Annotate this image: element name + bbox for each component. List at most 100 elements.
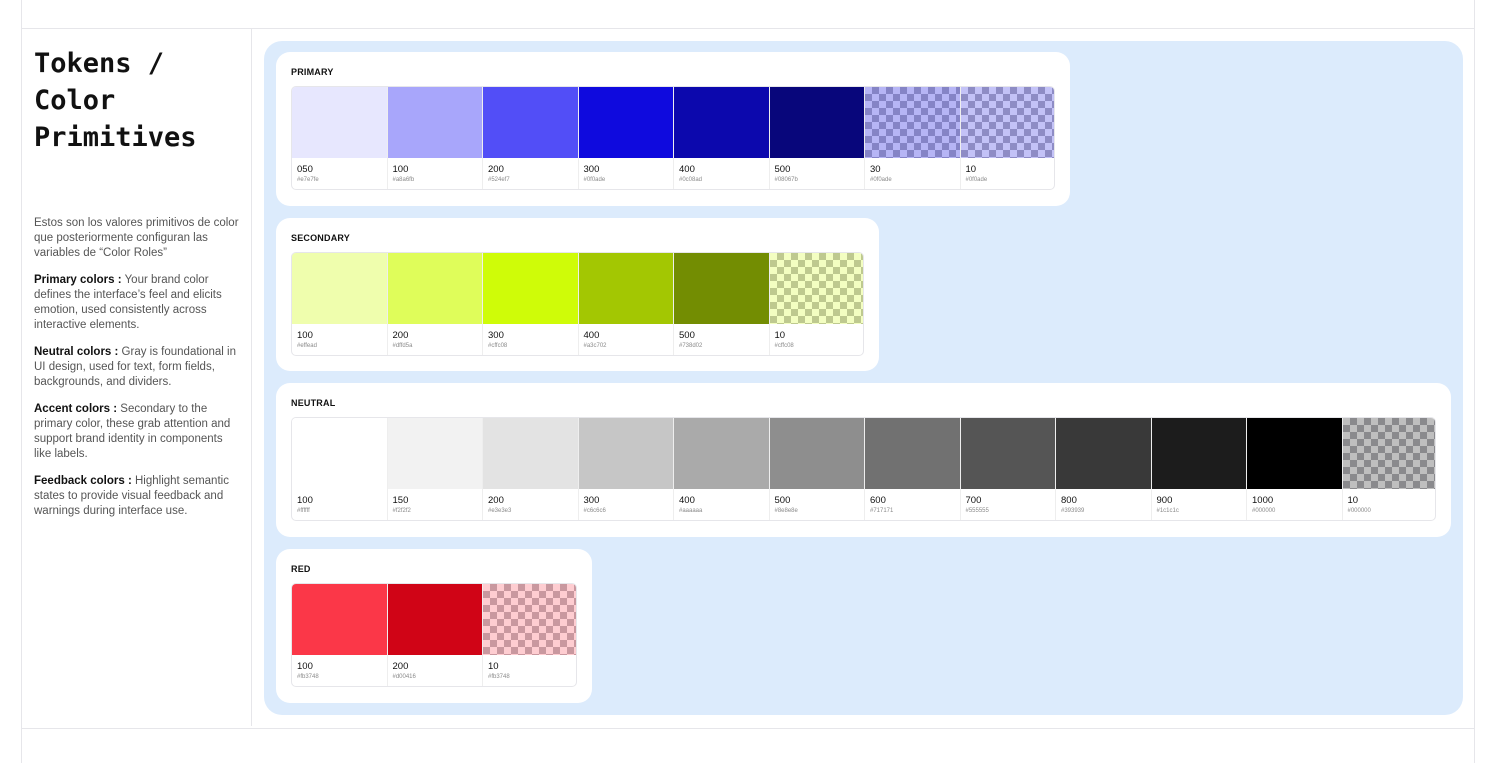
neutral-swatch-700: 700 #555555 [960,418,1056,520]
swatch-step-label: 800 [1061,495,1077,506]
swatch-step-label: 400 [583,330,600,341]
swatch-step-label: 300 [583,164,600,175]
color-chip [769,87,864,158]
swatch-meta: 1000 #000000 [1247,489,1342,520]
swatch-meta: 30 #0f0ade [865,158,960,189]
swatch-hex-label: #393939 [1061,508,1085,514]
swatch-hex-label: #e7e7fe [297,177,319,183]
swatch-hex-label: #1c1c1c [1156,508,1179,514]
color-chip [674,418,769,489]
color-chip [483,418,578,489]
red-swatch-row: 100 #fb3748 200 #d00416 10 #fb3748 [291,583,577,687]
color-chip [769,253,863,324]
swatch-hex-label: #dffd5a [392,343,413,349]
color-chip [387,253,482,324]
color-chip [387,87,482,158]
swatch-step-label: 100 [392,164,409,175]
swatch-meta: 10 #fb3748 [483,655,576,686]
neutral-swatch-row: 100 #ffffff 150 #f2f2f2 200 #e3e3e3 300 #c6c6c6… [291,417,1436,521]
neutral-swatch-150: 150 #f2f2f2 [387,418,483,520]
red-palette-card: RED 100 #fb3748 200 #d00416 10 #fb3748 [276,549,592,703]
swatch-step-label: 100 [297,495,313,506]
neutral-swatch-200: 200 #e3e3e3 [483,418,579,520]
primary-palette-title: PRIMARY [291,67,334,77]
swatch-meta: 200 #524ef7 [483,158,578,189]
color-chip [1342,418,1435,489]
primary-colors-description: Primary colors : Your brand color define… [34,273,239,333]
swatch-hex-label: #8e8e8e [774,508,798,514]
secondary-swatch-300: 300 #cffc08 [483,253,579,355]
neutral-swatch-100: 100 #ffffff [292,418,388,520]
primary-swatch-30: 30 #0f0ade [865,87,961,189]
color-chip [483,253,578,324]
swatch-hex-label: #0f0ade [870,177,892,183]
secondary-swatch-500: 500 #738d02 [674,253,770,355]
swatch-hex-label: #000000 [1252,508,1276,514]
swatch-meta: 500 #08067b [770,158,865,189]
swatch-hex-label: #aaaaaa [679,508,703,514]
swatch-meta: 400 #aaaaaa [674,489,769,520]
swatch-hex-label: #0c08ad [679,177,703,183]
swatch-meta: 300 #cffc08 [483,324,578,355]
swatch-meta: 050 #e7e7fe [292,158,387,189]
swatch-step-label: 10 [965,164,977,175]
swatch-hex-label: #524ef7 [488,177,510,183]
swatch-meta: 150 #f2f2f2 [388,489,483,520]
swatch-meta: 400 #a3c702 [579,324,674,355]
color-chip [578,253,673,324]
neutral-swatch-400: 400 #aaaaaa [674,418,770,520]
swatch-step-label: 400 [679,164,695,175]
primary-swatch-050: 050 #e7e7fe [292,87,388,189]
neutral-swatch-900: 900 #1c1c1c [1151,418,1247,520]
swatch-meta: 200 #d00416 [388,655,483,686]
swatch-hex-label: #fb3748 [488,674,510,680]
swatch-hex-label: #000000 [1347,508,1371,514]
swatch-step-label: 300 [488,330,504,341]
color-chip [292,584,387,655]
swatch-step-label: 10 [774,330,786,341]
sidebar: Tokens / Color Primitives Estos son los … [22,29,252,726]
color-chip [769,418,864,489]
swatch-step-label: 100 [297,330,313,341]
accent-colors-description: Accent colors : Secondary to the primary… [34,402,239,462]
color-chip [1056,418,1151,489]
neutral-colors-description: Neutral colors : Gray is foundational in… [34,345,239,390]
swatch-step-label: 100 [297,661,313,672]
swatch-hex-label: #555555 [965,508,989,514]
swatch-hex-label: #e3e3e3 [488,508,512,514]
right-guide-line [1474,0,1475,763]
color-chip [674,87,769,158]
color-chip [387,418,482,489]
swatch-step-label: 10 [488,661,499,672]
swatch-hex-label: #fb3748 [297,674,319,680]
neutral-swatch-800: 800 #393939 [1056,418,1152,520]
neutral-swatch-500: 500 #8e8e8e [769,418,865,520]
neutral-palette-card: NEUTRAL 100 #ffffff 150 #f2f2f2 200 #e3e3e3 30… [276,383,1451,537]
swatch-meta: 200 #e3e3e3 [483,489,578,520]
swatch-meta: 800 #393939 [1056,489,1151,520]
color-chip [960,418,1055,489]
primary-swatch-100: 100 #a8a6fb [387,87,483,189]
swatch-step-label: 500 [679,330,695,341]
swatch-meta: 10 #cffc08 [770,324,864,355]
feedback-colors-label: Feedback colors : [34,475,132,487]
neutral-swatch-600: 600 #717171 [865,418,961,520]
color-chip [292,87,387,158]
primary-swatch-300: 300 #0f0ade [578,87,674,189]
secondary-palette-title: SECONDARY [291,233,350,243]
swatch-hex-label: #c6c6c6 [583,508,606,514]
neutral-swatch-10: 10 #000000 [1342,418,1435,520]
primary-palette-card: PRIMARY 050 #e7e7fe 100 #a8a6fb 200 #524ef7 30… [276,52,1070,206]
primary-swatch-row: 050 #e7e7fe 100 #a8a6fb 200 #524ef7 300 #0f0ade… [291,86,1055,190]
swatch-meta: 400 #0c08ad [674,158,769,189]
swatch-hex-label: #a3c702 [583,343,607,349]
neutral-colors-label: Neutral colors : [34,346,119,358]
swatch-meta: 500 #8e8e8e [770,489,865,520]
swatch-meta: 300 #c6c6c6 [579,489,674,520]
red-swatch-100: 100 #fb3748 [292,584,388,686]
color-chip [578,418,673,489]
primary-swatch-500: 500 #08067b [769,87,865,189]
swatch-step-label: 900 [1156,495,1173,506]
accent-colors-label: Accent colors : [34,403,118,415]
color-chip [1247,418,1342,489]
